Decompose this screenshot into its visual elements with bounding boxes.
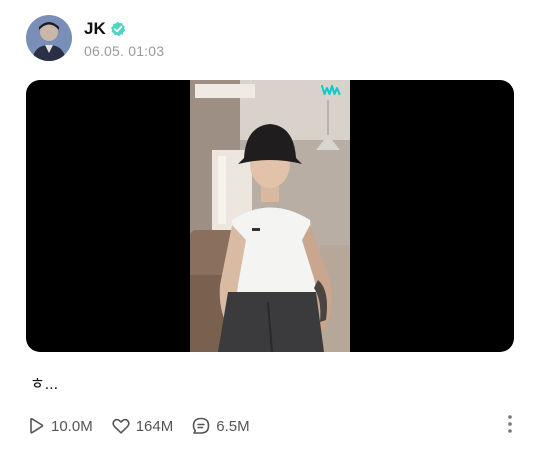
post-meta: JK 06.05. 01:03	[84, 18, 164, 59]
video-player[interactable]	[26, 80, 514, 352]
post-actions: 10.0M 164M 6.5M	[26, 414, 268, 438]
likes-count: 164M	[135, 417, 174, 435]
views-count: 10.0M	[51, 417, 93, 435]
comment-button[interactable]: 6.5M	[191, 416, 250, 436]
views-stat[interactable]: 10.0M	[26, 416, 93, 436]
author-row: JK	[84, 18, 164, 40]
post-timestamp: 06.05. 01:03	[84, 42, 165, 59]
verified-badge-icon	[110, 21, 126, 37]
comments-count: 6.5M	[216, 417, 250, 435]
play-icon	[26, 416, 46, 436]
post-text: ㅎ...	[30, 376, 59, 393]
video-thumbnail	[190, 80, 350, 352]
avatar[interactable]	[26, 15, 72, 61]
more-options-button[interactable]	[500, 414, 520, 438]
comment-icon	[191, 416, 211, 436]
like-button[interactable]: 164M	[111, 416, 174, 436]
heart-icon	[111, 416, 131, 436]
post-header: JK 06.05. 01:03	[26, 14, 164, 62]
more-vertical-icon	[507, 414, 513, 439]
author-name[interactable]: JK	[84, 19, 106, 39]
weverse-logo-icon	[321, 85, 341, 95]
